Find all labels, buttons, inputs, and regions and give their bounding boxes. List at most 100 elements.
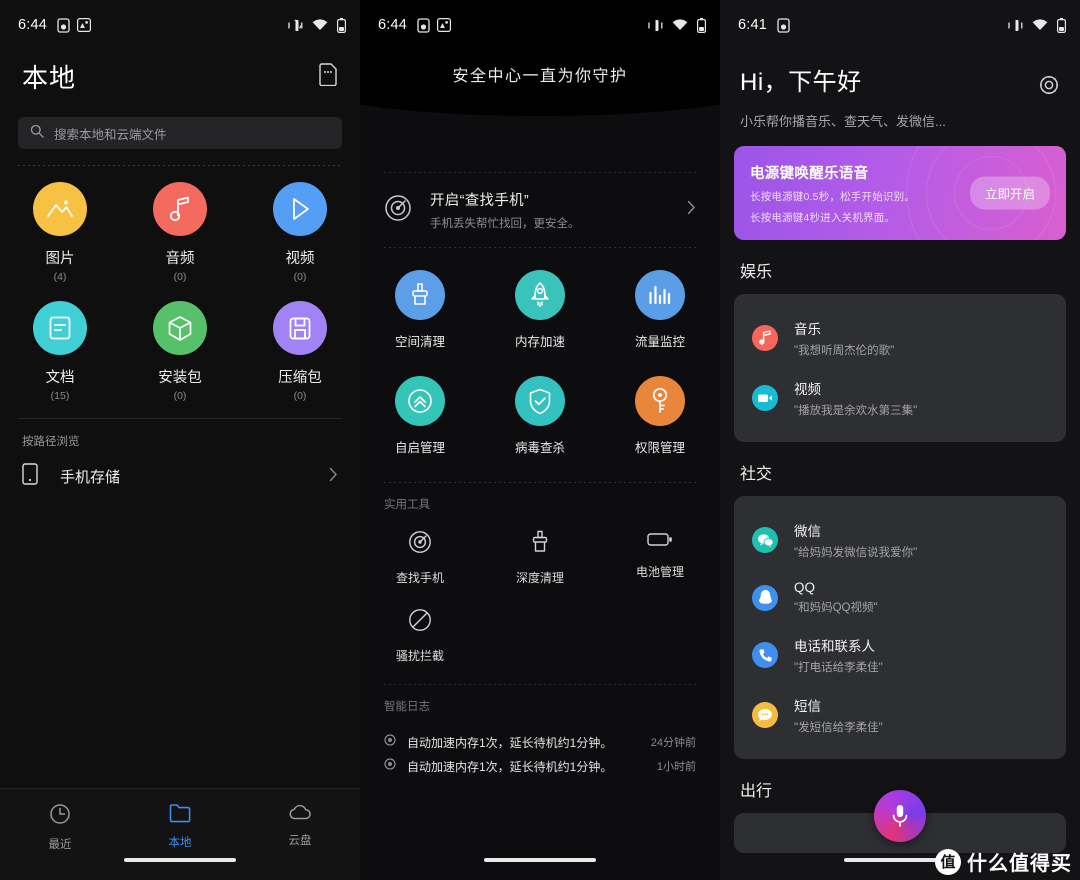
chevron-right-icon [329, 467, 338, 487]
category-label: 文档 [45, 370, 75, 386]
log-text: 自动加速内存1次，延长待机约1分钟。 [407, 759, 613, 774]
feature-permissions[interactable]: 权限管理 [600, 376, 720, 456]
gear-icon[interactable] [1038, 74, 1060, 101]
file-category-grid: 图片 (4) 音频 (0) 视频 (0) 文档 (15) 安装包 (0) 压缩包… [0, 182, 360, 402]
category-audio[interactable]: 音频 (0) [120, 182, 240, 283]
watermark-text: 什么值得买 [967, 853, 1072, 875]
list-item-phone-contacts[interactable]: 电话和联系人 "打电话给李柔佳" [734, 625, 1066, 685]
tab-label: 最近 [48, 839, 72, 851]
security-feature-grid: 空间清理 内存加速 流量监控 自启管理 病毒查杀 权限管理 [360, 270, 720, 456]
list-item-music[interactable]: 音乐 "我想听周杰伦的歌" [734, 308, 1066, 368]
category-archive[interactable]: 压缩包 (0) [240, 301, 360, 402]
battery-icon [697, 17, 706, 33]
rocket-icon [515, 270, 565, 320]
list-item-sms[interactable]: 短信 "发短信给李柔佳" [734, 685, 1066, 745]
find-phone-subtitle: 手机丢失帮忙找回，更安全。 [430, 218, 580, 230]
vibrate-icon [288, 19, 303, 32]
tab-local[interactable]: 本地 [120, 803, 240, 850]
tool-label: 骚扰拦截 [395, 649, 444, 663]
app-hint: "播放我是余欢水第三集" [794, 405, 918, 417]
tool-find-phone[interactable]: 查找手机 [360, 530, 480, 586]
app-name: 短信 [794, 699, 821, 714]
category-video[interactable]: 视频 (0) [240, 182, 360, 283]
feature-label: 病毒查杀 [514, 441, 565, 455]
folder-icon [169, 803, 191, 828]
find-phone-title: 开启“查找手机” [430, 193, 530, 209]
app-hint: "我想听周杰伦的歌" [794, 345, 895, 357]
feature-virus-scan[interactable]: 病毒查杀 [480, 376, 600, 456]
category-images[interactable]: 图片 (4) [0, 182, 120, 283]
sim-card-icon [777, 17, 790, 33]
category-label: 图片 [45, 251, 75, 267]
microphone-button[interactable] [874, 790, 926, 842]
divider-dotted [384, 684, 696, 685]
log-time: 1小时前 [656, 761, 696, 773]
vibrate-icon [1008, 19, 1023, 32]
broom-outline-icon [529, 530, 551, 559]
feature-data-monitor[interactable]: 流量监控 [600, 270, 720, 350]
feature-autostart[interactable]: 自启管理 [360, 376, 480, 456]
archive-icon [273, 301, 327, 355]
category-documents[interactable]: 文档 (15) [0, 301, 120, 402]
tool-battery[interactable]: 电池管理 [600, 530, 720, 586]
search-input[interactable]: 搜索本地和云端文件 [18, 117, 342, 149]
home-indicator [124, 858, 236, 862]
tool-label: 深度清理 [515, 571, 564, 585]
app-name: QQ [794, 580, 816, 595]
app-name: 微信 [794, 524, 821, 539]
watermark-logo: 值 [935, 848, 961, 875]
power-key-wake-banner[interactable]: 电源键唤醒乐语音 长按电源键0.5秒，松手开始识别。 长按电源键4秒进入关机界面… [734, 146, 1066, 240]
category-label: 视频 [285, 251, 315, 267]
enable-now-button[interactable]: 立即开启 [969, 176, 1050, 210]
wechat-icon [752, 527, 778, 553]
banner-line-2: 长按电源键4秒进入关机界面。 [750, 211, 896, 224]
key-icon [635, 376, 685, 426]
security-hero-title: 安全中心一直为你守护 [452, 68, 628, 85]
battery-outline-icon [647, 530, 673, 553]
feature-memory-boost[interactable]: 内存加速 [480, 270, 600, 350]
sidebar-item-phone-storage[interactable]: 手机存储 [0, 449, 360, 490]
app-badge-icon [77, 18, 92, 32]
entertainment-card: 音乐 "我想听周杰伦的歌" 视频 "播放我是余欢水第三集" [734, 294, 1066, 442]
status-bar-p3: 6:41 [720, 0, 1080, 50]
app-name: 音乐 [794, 322, 821, 337]
home-indicator [484, 858, 596, 862]
app-hint: "和妈妈QQ视频" [794, 602, 878, 614]
sim-card-icon [57, 17, 70, 33]
block-icon [408, 608, 432, 637]
image-icon [33, 182, 87, 236]
divider-dotted [384, 247, 696, 248]
list-item-qq[interactable]: QQ "和妈妈QQ视频" [734, 570, 1066, 625]
utility-tools-grid: 查找手机 深度清理 电池管理 骚扰拦截 [360, 530, 720, 664]
feature-label: 流量监控 [634, 335, 685, 349]
category-apk[interactable]: 安装包 (0) [120, 301, 240, 402]
list-item-wechat[interactable]: 微信 "给妈妈发微信说我爱你" [734, 510, 1066, 570]
tab-cloud[interactable]: 云盘 [240, 803, 360, 848]
list-item-video[interactable]: 视频 "播放我是余欢水第三集" [734, 368, 1066, 428]
category-label: 安装包 [158, 370, 202, 386]
log-entry: 自动加速内存1次，延长待机约1分钟。 1小时前 [360, 754, 720, 778]
status-time: 6:44 [18, 17, 48, 33]
greeting-title: Hi，下午好 [740, 69, 862, 96]
tool-block-harassment[interactable]: 骚扰拦截 [360, 608, 480, 664]
tab-recent[interactable]: 最近 [0, 803, 120, 852]
bar-chart-icon [635, 270, 685, 320]
status-time: 6:44 [378, 17, 408, 33]
tool-deep-clean[interactable]: 深度清理 [480, 530, 600, 586]
category-count: (0) [173, 271, 187, 283]
clock-icon [49, 803, 71, 830]
log-text: 自动加速内存1次，延长待机约1分钟。 [407, 735, 613, 750]
panel-voice-assistant: 6:41 Hi，下午好 小乐帮你播音乐、查天气、发微信... 电源键唤醒乐语音 … [720, 0, 1080, 880]
feature-space-clean[interactable]: 空间清理 [360, 270, 480, 350]
category-label: 压缩包 [278, 370, 322, 386]
message-icon [752, 702, 778, 728]
log-entry: 自动加速内存1次，延长待机约1分钟。 24分钟前 [360, 730, 720, 754]
sd-card-icon[interactable] [318, 62, 338, 91]
tool-label: 查找手机 [395, 571, 444, 585]
microphone-icon [892, 805, 908, 827]
wifi-icon [672, 19, 688, 31]
tools-section-label: 实用工具 [384, 499, 430, 511]
app-hint: "给妈妈发微信说我爱你" [794, 547, 918, 559]
find-phone-row[interactable]: 开启“查找手机” 手机丢失帮忙找回，更安全。 [360, 173, 720, 247]
category-count: (0) [293, 390, 307, 402]
